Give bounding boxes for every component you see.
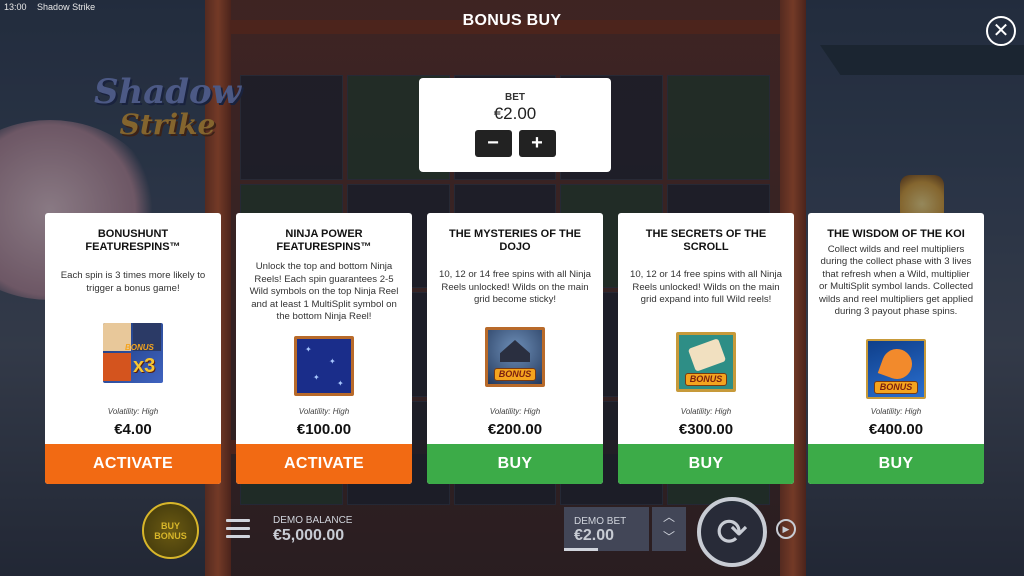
card-description: 10, 12 or 14 free spins with all Ninja R… <box>630 269 782 305</box>
buy-bonus-button[interactable]: BUY BONUS <box>142 502 199 559</box>
activate-button[interactable]: ACTIVATE <box>236 444 412 484</box>
card-title: THE WISDOM OF THE KOI <box>827 228 965 240</box>
buy-button[interactable]: BUY <box>427 444 603 484</box>
status-bar: 13:00 Shadow Strike <box>4 2 103 12</box>
increase-bet-button[interactable]: + <box>518 130 556 157</box>
card-price: €200.00 <box>487 421 543 438</box>
bet-label: BET <box>505 92 525 103</box>
bonus-tag: BONUS <box>494 368 536 381</box>
card-description: 10, 12 or 14 free spins with all Ninja R… <box>439 269 591 305</box>
feature-card-scroll: THE SECRETS OF THE SCROLL 10, 12 or 14 f… <box>618 213 794 484</box>
balance-label: DEMO BALANCE <box>273 515 353 526</box>
close-icon: ✕ <box>992 20 1010 42</box>
autoplay-icon: ▶ <box>782 523 790 534</box>
bonushunt-icon: BONUS x3 <box>103 323 163 383</box>
card-title: NINJA POWER FEATURESPINS™ <box>276 228 372 253</box>
bonus-tag: BONUS <box>685 373 727 386</box>
feature-card-ninja-power: NINJA POWER FEATURESPINS™ Unlock the top… <box>236 213 412 484</box>
dojo-bonus-icon: BONUS <box>485 327 545 387</box>
feature-card-koi: THE WISDOM OF THE KOI Collect wilds and … <box>808 213 984 484</box>
menu-icon[interactable] <box>226 519 250 543</box>
card-title: THE SECRETS OF THE SCROLL <box>645 228 767 253</box>
feature-card-dojo: THE MYSTERIES OF THE DOJO 10, 12 or 14 f… <box>427 213 603 484</box>
ninja-reel-icon: ✦ ✦ ✦ ✦ <box>294 336 354 396</box>
chevron-down-icon[interactable]: ﹀ <box>652 527 686 547</box>
card-volatility: Volatility: High <box>489 407 541 416</box>
close-button[interactable]: ✕ <box>986 16 1016 46</box>
status-time: 13:00 <box>4 2 27 12</box>
koi-bonus-icon: BONUS <box>866 339 926 399</box>
card-price: €100.00 <box>296 421 352 438</box>
status-app-title: Shadow Strike <box>37 2 96 12</box>
card-volatility: Volatility: High <box>107 407 159 416</box>
autoplay-button[interactable]: ▶ <box>776 519 796 539</box>
spin-icon: ⟳ <box>716 511 748 554</box>
bet-level-indicator <box>564 548 598 551</box>
decrease-bet-button[interactable]: − <box>474 130 512 157</box>
feature-card-bonushunt: BONUSHUNT FEATURESPINS™ Each spin is 3 t… <box>45 213 221 484</box>
card-title: BONUSHUNT FEATURESPINS™ <box>85 228 181 253</box>
bonus-tag: BONUS <box>874 381 918 394</box>
card-volatility: Volatility: High <box>298 407 350 416</box>
bonushunt-icon-multiplier: x3 <box>133 355 156 377</box>
card-description: Collect wilds and reel multipliers durin… <box>818 243 974 318</box>
bonushunt-icon-tag: BONUS <box>125 343 154 352</box>
buy-button[interactable]: BUY <box>618 444 794 484</box>
card-volatility: Volatility: High <box>870 407 922 416</box>
demo-bet-label: DEMO BET <box>574 516 627 527</box>
card-title: THE MYSTERIES OF THE DOJO <box>448 228 581 253</box>
bet-value: €2.00 <box>493 104 537 123</box>
demo-bet-value: €2.00 <box>574 527 615 544</box>
card-description: Each spin is 3 times more likely to trig… <box>60 270 206 294</box>
card-price: €300.00 <box>678 421 734 438</box>
bet-panel: BET €2.00 − + <box>419 78 611 172</box>
page-title: BONUS BUY <box>462 12 562 29</box>
buy-button[interactable]: BUY <box>808 444 984 484</box>
card-price: €400.00 <box>868 421 924 438</box>
chevron-up-icon[interactable]: ︿ <box>652 507 686 527</box>
bet-arrows[interactable]: ︿ ﹀ <box>652 507 686 551</box>
scroll-bonus-icon: BONUS <box>676 332 736 392</box>
activate-button[interactable]: ACTIVATE <box>45 444 221 484</box>
card-description: Unlock the top and bottom Ninja Reels! E… <box>249 261 399 322</box>
spin-button[interactable]: ⟳ <box>697 497 767 567</box>
card-price: €4.00 <box>114 421 152 438</box>
balance-value: €5,000.00 <box>273 527 345 544</box>
card-volatility: Volatility: High <box>680 407 732 416</box>
